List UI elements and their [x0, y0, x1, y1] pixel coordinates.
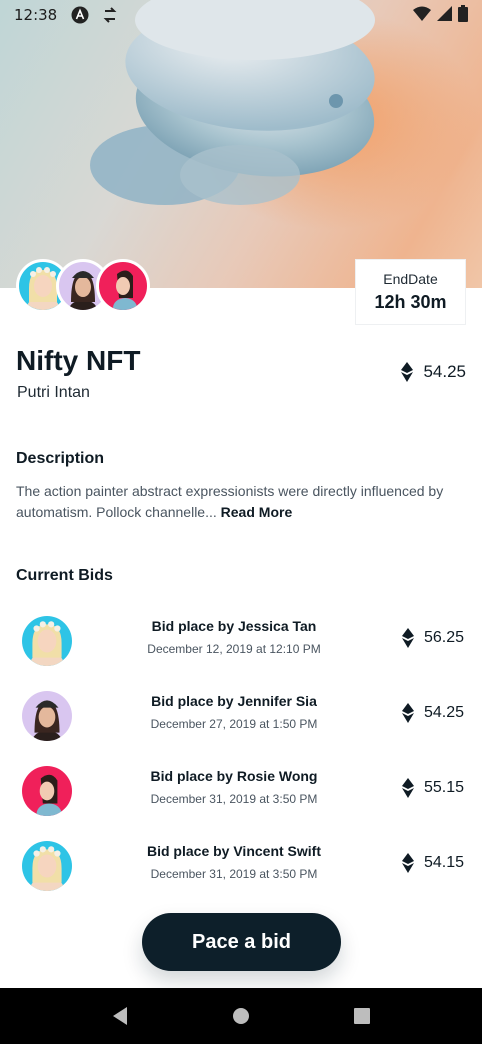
ethereum-icon	[401, 778, 414, 798]
bid-amount-value: 54.15	[423, 854, 464, 871]
list-item[interactable]: Bid place by Vincent Swift December 31, …	[0, 837, 482, 897]
bid-name: Bid place by Jessica Tan	[151, 618, 317, 634]
back-icon[interactable]	[109, 1005, 131, 1027]
nft-artwork	[0, 0, 482, 288]
nft-price-value: 54.25	[423, 362, 466, 381]
avatar[interactable]	[96, 259, 150, 313]
avatar	[22, 841, 72, 891]
nft-price: 54.25	[401, 362, 466, 382]
description-heading: Description	[16, 450, 105, 467]
nft-title: Nifty NFT	[16, 345, 141, 376]
bid-amount: 56.25	[401, 628, 464, 648]
recents-icon[interactable]	[351, 1005, 373, 1027]
ethereum-icon	[401, 628, 414, 648]
end-date-label: EndDate	[383, 271, 438, 287]
app-a-icon	[71, 6, 89, 24]
bid-amount-value: 54.25	[423, 704, 464, 721]
place-bid-button[interactable]: Pace a bid	[142, 913, 341, 971]
bid-name: Bid place by Jennifer Sia	[151, 693, 317, 709]
bid-date: December 31, 2019 at 3:50 PM	[150, 867, 318, 881]
current-bids-heading: Current Bids	[16, 567, 113, 584]
sync-icon	[101, 6, 119, 24]
status-time: 12:38	[14, 6, 58, 24]
ethereum-icon	[401, 853, 414, 873]
end-date-value: 12h 30m	[374, 292, 447, 312]
status-bar: 12:38	[0, 0, 482, 30]
list-item[interactable]: Bid place by Jessica Tan December 12, 20…	[0, 612, 482, 672]
ethereum-icon	[401, 362, 414, 382]
owner-avatars	[16, 259, 150, 315]
list-item[interactable]: Bid place by Rosie Wong December 31, 201…	[0, 762, 482, 822]
bid-amount: 54.15	[401, 853, 464, 873]
read-more-link[interactable]: Read More	[221, 504, 293, 520]
bid-name: Bid place by Vincent Swift	[146, 843, 321, 859]
avatar	[22, 616, 72, 666]
bid-amount: 55.15	[401, 778, 464, 798]
signal-icon	[437, 5, 452, 25]
home-icon[interactable]	[230, 1005, 252, 1027]
bid-date: December 31, 2019 at 3:50 PM	[150, 792, 318, 806]
ethereum-icon	[401, 703, 414, 723]
end-date-card: EndDate 12h 30m	[355, 259, 466, 325]
description-text: The action painter abstract expressionis…	[16, 481, 466, 523]
bid-amount-value: 55.15	[423, 779, 464, 796]
wifi-icon	[413, 6, 431, 25]
system-nav-bar	[0, 988, 482, 1044]
avatar	[22, 766, 72, 816]
nft-author[interactable]: Putri Intan	[17, 384, 90, 402]
list-item[interactable]: Bid place by Jennifer Sia December 27, 2…	[0, 687, 482, 747]
bid-amount: 54.25	[401, 703, 464, 723]
bid-date: December 12, 2019 at 12:10 PM	[147, 642, 321, 656]
bid-name: Bid place by Rosie Wong	[150, 768, 318, 784]
bid-amount-value: 56.25	[423, 629, 464, 646]
avatar	[22, 691, 72, 741]
bid-date: December 27, 2019 at 1:50 PM	[150, 717, 318, 731]
battery-icon	[458, 4, 468, 26]
